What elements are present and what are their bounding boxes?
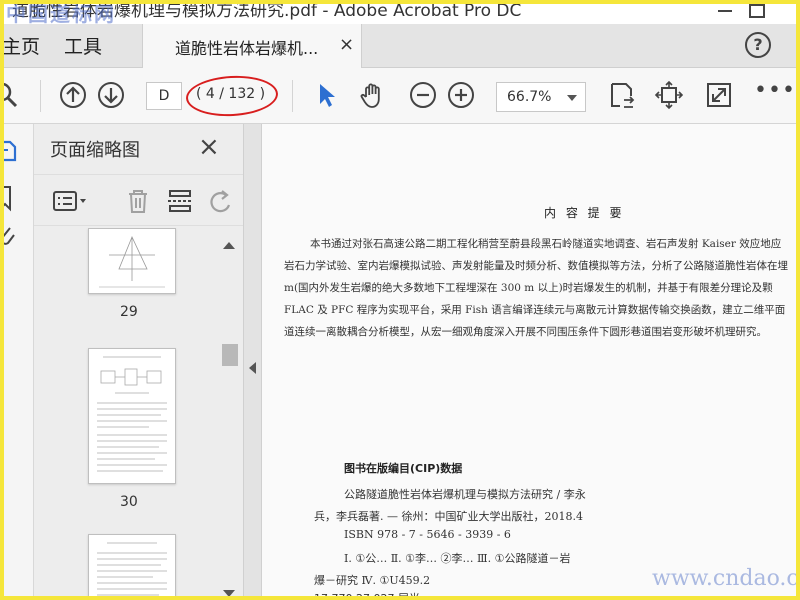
zoom-out-icon[interactable]: [408, 80, 438, 110]
scroll-up-arrow-icon[interactable]: [223, 242, 235, 249]
cip-heading: 图书在版编目(CIP)数据: [344, 462, 463, 475]
cip-line: ISBN 978 - 7 - 5646 - 3939 - 6: [344, 528, 511, 541]
toolbar-divider: [292, 80, 293, 112]
insert-page-icon[interactable]: [166, 187, 194, 215]
doc-paragraph-line: FLAC 及 PFC 程序为实现平台，采用 Fish 语言编译连续元与离散元计算…: [284, 304, 786, 316]
thumbnail-page-29[interactable]: [88, 228, 176, 294]
previous-page-icon[interactable]: [58, 80, 88, 110]
document-tab-close-button[interactable]: ×: [339, 34, 354, 55]
zoom-in-icon[interactable]: [446, 80, 476, 110]
minimize-button[interactable]: [710, 0, 740, 24]
doc-paragraph-line: 本书通过对张石高速公路二期工程化稍营至蔚县段黑石岭隧道实地调查、岩石声发射 Ka…: [310, 238, 782, 250]
cip-line: Ⅰ. ①公… Ⅱ. ①李… ②李… Ⅲ. ①公路隧道－岩: [344, 552, 571, 565]
thumbnail-page-30[interactable]: [88, 348, 176, 484]
doc-paragraph-line: m(国内外发生岩爆的绝大多数地下工程埋深在 300 m 以上)时岩爆发生的机制，…: [284, 282, 773, 294]
zoom-value: 66.7%: [507, 89, 552, 105]
title-bar: 道脆性岩体岩爆机理与模拟方法研究.pdf - Adobe Acrobat Pro…: [0, 0, 800, 24]
select-cursor-icon[interactable]: [312, 80, 342, 110]
doc-paragraph-line: 岩石力学试验、室内岩爆模拟试验、声发射能量及时频分析、数值模拟等方法，分析了公路…: [284, 260, 788, 272]
tab-tools[interactable]: 工具: [64, 32, 102, 59]
scrollbar-thumb[interactable]: [222, 344, 238, 366]
tab-document[interactable]: 道脆性岩体岩爆机... ×: [142, 24, 362, 68]
tab-home[interactable]: 主页: [2, 32, 40, 59]
doc-paragraph-line: 道连续一离散耦合分析模型，从宏一细观角度深入开展不同围压条件下圆形巷道围岩变形破…: [284, 326, 767, 338]
tab-bar: 主页 工具 道脆性岩体岩爆机... × ?: [0, 24, 800, 68]
panel-title: 页面缩略图: [50, 140, 140, 161]
rotate-move-icon[interactable]: [654, 80, 684, 110]
toolbar-divider: [40, 80, 41, 112]
scroll-down-arrow-icon[interactable]: [223, 590, 235, 597]
doc-cut-off-line: 17 770 27 027 层光: [314, 592, 420, 600]
thumbnail-list: 29 30: [34, 228, 224, 600]
more-tools-button[interactable]: •••: [754, 78, 796, 103]
options-menu-icon[interactable]: [52, 187, 92, 215]
maximize-button[interactable]: [740, 0, 770, 24]
delete-page-icon[interactable]: [124, 187, 152, 215]
full-screen-icon[interactable]: [704, 80, 734, 110]
next-page-icon[interactable]: [96, 80, 126, 110]
doc-heading: 内 容 提 要: [544, 206, 625, 220]
page-number-input[interactable]: D: [146, 82, 182, 110]
watermark-bottom: www.cndao.com: [652, 566, 800, 591]
chevron-down-icon: [567, 95, 577, 101]
thumbnail-scrollbar[interactable]: [220, 234, 240, 600]
main-toolbar: D ( 4 / 132 ) 66.7% •••: [0, 68, 800, 124]
thumbnail-label: 29: [120, 304, 138, 320]
page-display-icon[interactable]: [606, 80, 636, 110]
navigation-pane-strip: [0, 124, 34, 600]
help-button[interactable]: ?: [745, 32, 771, 58]
collapse-panel-handle[interactable]: [244, 124, 262, 600]
chevron-left-icon: [249, 362, 256, 374]
page-count: ( 4 / 132 ): [196, 86, 266, 102]
page-thumbnails-panel: 页面缩略图 × 29 30: [34, 124, 244, 600]
document-tab-label: 道脆性岩体岩爆机...: [175, 39, 319, 58]
thumbnail-page-31[interactable]: [88, 534, 176, 600]
cip-line: 公路隧道脆性岩体岩爆机理与模拟方法研究 / 李永: [344, 488, 586, 501]
watermark-top: 中国道标网: [6, 2, 116, 26]
cip-line: 爆－研究 Ⅳ. ①U459.2: [314, 574, 431, 587]
search-icon[interactable]: [0, 80, 22, 110]
page-thumbnails-icon[interactable]: [0, 138, 20, 166]
document-page: 内 容 提 要 本书通过对张石高速公路二期工程化稍营至蔚县段黑石岭隧道实地调查、…: [262, 124, 800, 600]
window-close-button[interactable]: [770, 0, 800, 24]
zoom-select[interactable]: 66.7%: [496, 82, 586, 112]
bookmarks-icon[interactable]: [0, 184, 20, 212]
attachments-icon[interactable]: [0, 224, 20, 252]
cip-line: 兵，李兵磊著. — 徐州：中国矿业大学出版社，2018.4: [314, 510, 583, 523]
panel-close-button[interactable]: ×: [198, 134, 220, 160]
rotate-page-icon[interactable]: [206, 187, 234, 215]
thumbnail-label: 30: [120, 494, 138, 510]
hand-tool-icon[interactable]: [358, 80, 388, 110]
panel-toolbar: [34, 174, 243, 226]
